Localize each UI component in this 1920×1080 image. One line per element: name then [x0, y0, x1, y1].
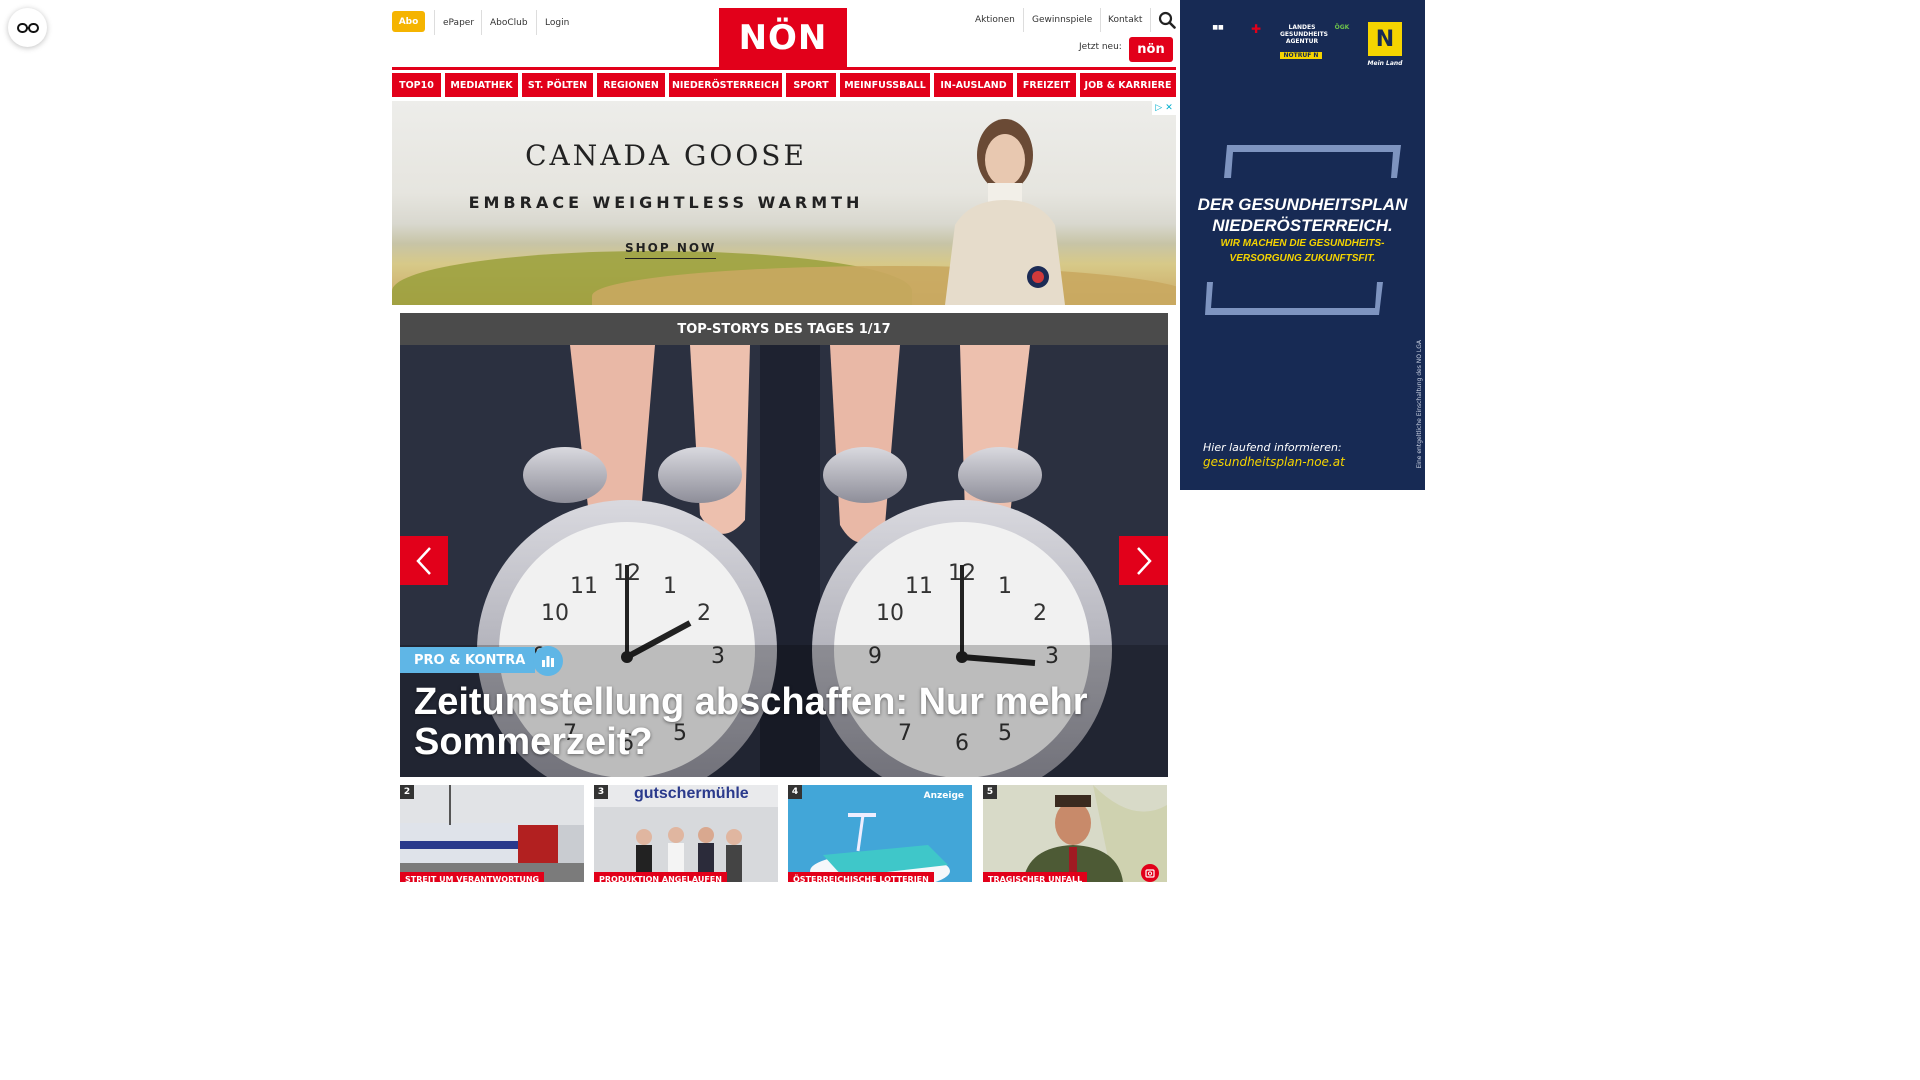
- story-thumb[interactable]: Anzeige 4 ÖSTERREICHISCHE LOTTERIEN: [788, 785, 972, 882]
- story-number: 2: [400, 785, 414, 799]
- svg-text:2: 2: [1033, 601, 1047, 626]
- sky-subline: WIR MACHEN DIE GESUNDHEITS- VERSORGUNG Z…: [1180, 236, 1425, 266]
- ad-label: Anzeige: [923, 791, 964, 801]
- ad-choices-icon[interactable]: ▷ ✕: [1152, 101, 1176, 115]
- ad-brand: CANADA GOOSE: [525, 139, 807, 172]
- aktionen-link[interactable]: Aktionen: [967, 8, 1024, 32]
- story-number: 5: [983, 785, 997, 799]
- svg-text:1: 1: [663, 574, 677, 599]
- story-kicker: PRO & KONTRA: [400, 647, 536, 673]
- poll-icon: [533, 646, 563, 676]
- story-title[interactable]: Zeitumstellung abschaffen: Nur mehr Somm…: [414, 682, 1154, 762]
- sky-headline-line: NIEDERÖSTERREICH.: [1212, 216, 1393, 235]
- epaper-link[interactable]: ePaper: [434, 10, 482, 35]
- chevron-right-icon: [1136, 546, 1152, 575]
- nav-freizeit[interactable]: FREIZEIT: [1017, 73, 1076, 97]
- nav-in-ausland[interactable]: IN-AUSLAND: [934, 73, 1013, 97]
- jetzt-neu-label: Jetzt neu:: [1079, 42, 1122, 52]
- nav-mediathek[interactable]: MEDIATHEK: [445, 73, 518, 97]
- jetzt-neu-badge[interactable]: nön: [1129, 37, 1173, 62]
- close-icon[interactable]: ✕: [1165, 103, 1173, 113]
- man-portrait-image: [983, 785, 1167, 882]
- nav-top10[interactable]: TOP10: [392, 73, 441, 97]
- sky-headline: DER GESUNDHEITSPLAN NIEDERÖSTERREICH.: [1180, 194, 1425, 236]
- top-stories-heading: TOP-STORYS DES TAGES 1/17: [400, 313, 1168, 345]
- sky-headline-line: DER GESUNDHEITSPLAN: [1197, 195, 1408, 214]
- svg-text:10: 10: [876, 601, 904, 626]
- accessibility-glasses-icon: [16, 22, 39, 33]
- nav-st-poelten[interactable]: ST. PÖLTEN: [522, 73, 593, 97]
- svg-text:11: 11: [905, 574, 933, 599]
- adchoices-triangle-icon: ▷: [1155, 103, 1163, 113]
- nav-niederoesterreich[interactable]: NIEDERÖSTERREICH: [669, 73, 782, 97]
- story-number: 4: [788, 785, 802, 799]
- sky-url-link[interactable]: gesundheitsplan-noe.at: [1203, 455, 1345, 469]
- gewinnspiele-link[interactable]: Gewinnspiele: [1024, 8, 1102, 32]
- slider-prev-button[interactable]: [400, 536, 448, 585]
- svg-text:11: 11: [570, 574, 598, 599]
- login-link[interactable]: Login: [536, 10, 577, 35]
- story-thumb[interactable]: gutschermühle 3 PRODUKTION ANGELAUFEN: [594, 785, 778, 882]
- kontakt-link[interactable]: Kontakt: [1100, 8, 1152, 32]
- story-tag: PRODUKTION ANGELAUFEN: [594, 872, 727, 882]
- svg-text:2: 2: [697, 601, 711, 626]
- sky-info-text: Hier laufend informieren:: [1203, 441, 1342, 454]
- story-tag: TRAGISCHER UNFALL: [983, 872, 1088, 882]
- gutschermuehle-sign: gutschermühle: [634, 785, 749, 802]
- train-station-image: [400, 785, 584, 882]
- sky-subline-line: VERSORGUNG ZUKUNFTSFIT.: [1229, 253, 1376, 264]
- search-icon[interactable]: [1158, 11, 1176, 29]
- ad-tagline: EMBRACE WEIGHTLESS WARMTH: [468, 193, 864, 212]
- nav-sport[interactable]: SPORT: [786, 73, 836, 97]
- ad-shop-now-link[interactable]: SHOP NOW: [625, 241, 717, 259]
- nav-job-karriere[interactable]: JOB & KARRIERE: [1080, 73, 1176, 97]
- accessibility-button[interactable]: [8, 8, 47, 47]
- camera-icon: [1141, 864, 1159, 882]
- main-nav: TOP10 MEDIATHEK ST. PÖLTEN REGIONEN NIED…: [392, 73, 1176, 97]
- top-banner-ad[interactable]: CANADA GOOSE EMBRACE WEIGHTLESS WARMTH S…: [392, 101, 1176, 305]
- skyscraper-ad[interactable]: ■■ ✚ LANDES GESUNDHEITS AGENTUR ÖGK NOTR…: [1180, 0, 1425, 490]
- ad-model-image: [945, 119, 1065, 305]
- svg-text:1: 1: [998, 574, 1012, 599]
- slider-next-button[interactable]: [1119, 536, 1168, 585]
- story-thumb[interactable]: 5 TRAGISCHER UNFALL: [983, 785, 1167, 882]
- story-tag: ÖSTERREICHISCHE LOTTERIEN: [788, 872, 934, 882]
- nav-regionen[interactable]: REGIONEN: [597, 73, 665, 97]
- story-number: 3: [594, 785, 608, 799]
- sky-subline-line: WIR MACHEN DIE GESUNDHEITS-: [1220, 238, 1385, 249]
- story-tag: STREIT UM VERANTWORTUNG: [400, 872, 545, 882]
- svg-text:10: 10: [541, 601, 569, 626]
- header-divider: [392, 67, 1176, 70]
- abo-button[interactable]: Abo: [392, 11, 425, 32]
- story-thumb[interactable]: 2 STREIT UM VERANTWORTUNG: [400, 785, 584, 882]
- nav-meinfussball[interactable]: MEINFUSSBALL: [840, 73, 930, 97]
- chevron-left-icon: [416, 546, 431, 575]
- site-logo[interactable]: NÖN: [719, 8, 847, 68]
- aboclub-link[interactable]: AboClub: [481, 10, 536, 35]
- sky-disclaimer: Eine entgeltliche Einschaltung des NÖ LG…: [1416, 340, 1423, 469]
